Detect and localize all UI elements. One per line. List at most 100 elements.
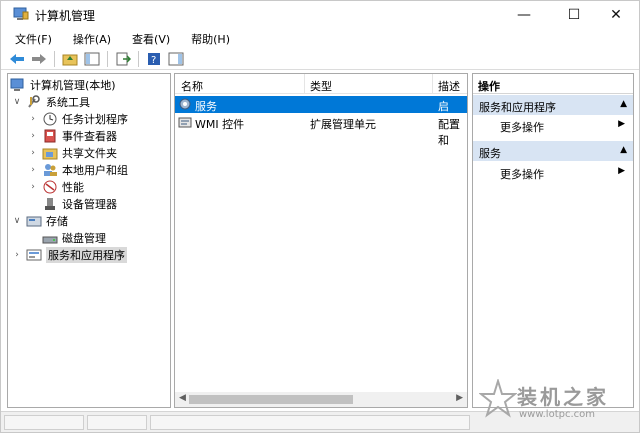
watermark-url: www.lotpc.com [519, 409, 595, 420]
tree-item-label: 计算机管理(本地) [30, 78, 116, 92]
scroll-right-arrow-icon[interactable]: ▶ [456, 393, 463, 403]
column-divider[interactable] [304, 74, 305, 94]
action-pane-icon[interactable] [166, 49, 186, 69]
device-manager-icon [42, 197, 58, 211]
services-gear-icon [178, 97, 193, 112]
toolbar-divider [107, 50, 108, 67]
tree-item-label: 事件查看器 [62, 129, 117, 143]
details-list: 名称 类型 描述 服务 启动、 WMI 控件 扩展管理单元 配置和 ◀ ▶ [174, 73, 468, 408]
chevron-right-icon[interactable]: › [12, 250, 22, 260]
tree-item-label: 性能 [62, 180, 84, 194]
tree-item-shared-folders[interactable]: › 共享文件夹 [28, 144, 117, 161]
action-label: 更多操作 [500, 168, 544, 181]
svg-text:?: ? [151, 55, 156, 66]
column-divider[interactable] [432, 74, 433, 94]
toolbar: ? [1, 48, 639, 70]
status-cell [150, 415, 470, 430]
menu-action[interactable]: 操作(A) [59, 29, 118, 47]
list-cell-description: 配置和 [438, 118, 460, 147]
tree-item-label: 任务计划程序 [62, 112, 128, 126]
tree-item-local-users-groups[interactable]: › 本地用户和组 [28, 161, 128, 178]
submenu-arrow-icon: ▶ [618, 119, 625, 129]
up-folder-icon[interactable] [60, 49, 80, 69]
tree-item-label: 磁盘管理 [62, 231, 106, 245]
back-arrow-icon[interactable] [7, 49, 27, 69]
actions-section-services-applications[interactable]: 服务和应用程序 ▲ [473, 95, 633, 115]
tree-item-task-scheduler[interactable]: › 任务计划程序 [28, 110, 128, 127]
scrollbar-thumb[interactable] [189, 395, 353, 404]
navigation-tree: 计算机管理(本地) ∨ 系统工具 › 任务计划程序 › 事件查看器 › 共享文件… [7, 73, 171, 408]
list-cell-type: 扩展管理单元 [310, 118, 376, 131]
collapse-up-icon[interactable]: ▲ [620, 145, 627, 155]
tree-item-services-applications[interactable]: › 服务和应用程序 [12, 246, 127, 263]
chevron-down-icon[interactable]: ∨ [12, 216, 22, 226]
actions-pane: 操作 服务和应用程序 ▲ 更多操作 ▶ 服务 ▲ 更多操作 ▶ [472, 73, 634, 408]
task-scheduler-icon [42, 112, 58, 126]
chevron-right-icon[interactable]: › [28, 131, 38, 141]
menu-bar: 文件(F) 操作(A) 查看(V) 帮助(H) [1, 29, 639, 47]
tree-item-performance[interactable]: › 性能 [28, 178, 84, 195]
status-cell [4, 415, 84, 430]
tree-item-disk-management[interactable]: 磁盘管理 [42, 229, 106, 246]
toolbar-divider [54, 50, 55, 67]
tree-item-label: 本地用户和组 [62, 163, 128, 177]
tree-item-system-tools[interactable]: ∨ 系统工具 [12, 93, 90, 110]
menu-help[interactable]: 帮助(H) [177, 29, 237, 47]
list-header: 名称 类型 描述 [175, 74, 467, 94]
tree-item-event-viewer[interactable]: › 事件查看器 [28, 127, 117, 144]
chevron-right-icon[interactable]: › [28, 165, 38, 175]
collapse-up-icon[interactable]: ▲ [620, 99, 627, 109]
shared-folder-icon [42, 146, 58, 160]
menu-view[interactable]: 查看(V) [118, 29, 177, 47]
tree-item-label: 系统工具 [46, 95, 90, 109]
close-button[interactable]: ✕ [593, 1, 639, 29]
list-cell-name: WMI 控件 [195, 118, 245, 131]
tree-item-label: 设备管理器 [62, 197, 117, 211]
tree-item-label: 服务和应用程序 [46, 246, 127, 263]
tree-item-label: 共享文件夹 [62, 146, 117, 160]
horizontal-scrollbar[interactable]: ◀ ▶ [175, 392, 467, 407]
tree-item-storage[interactable]: ∨ 存储 [12, 212, 68, 229]
list-row-wmi-control[interactable]: WMI 控件 扩展管理单元 配置和 [175, 114, 467, 147]
list-row-services[interactable]: 服务 启动、 [175, 96, 467, 129]
help-icon[interactable]: ? [144, 49, 164, 69]
chevron-right-icon[interactable]: › [28, 182, 38, 192]
chevron-right-icon[interactable]: › [28, 114, 38, 124]
watermark-text: 装机之家 [517, 385, 609, 409]
computer-management-icon [10, 78, 26, 92]
status-cell [87, 415, 147, 430]
action-more-actions[interactable]: 更多操作 ▶ [473, 163, 633, 181]
tree-item-device-manager[interactable]: 设备管理器 [42, 195, 117, 212]
actions-section-label: 服务和应用程序 [479, 101, 556, 114]
event-viewer-icon [42, 129, 58, 143]
column-header-description[interactable]: 描述 [438, 78, 460, 94]
scroll-left-arrow-icon[interactable]: ◀ [179, 393, 186, 403]
watermark-logo-icon [479, 379, 517, 418]
list-cell-name: 服务 [195, 100, 217, 113]
window-title: 计算机管理 [35, 9, 96, 23]
actions-title: 操作 [473, 74, 633, 94]
system-tools-icon [26, 94, 42, 109]
actions-section-services[interactable]: 服务 ▲ [473, 141, 633, 161]
minimize-button[interactable]: — [501, 1, 547, 29]
title-bar[interactable]: 计算机管理 — ☐ ✕ [1, 1, 639, 29]
disk-management-icon [42, 231, 58, 245]
toolbar-divider [138, 50, 139, 67]
chevron-down-icon[interactable]: ∨ [12, 97, 22, 107]
menu-file[interactable]: 文件(F) [1, 29, 59, 47]
computer-management-icon [13, 7, 29, 21]
wmi-control-icon [178, 115, 193, 130]
column-header-type[interactable]: 类型 [310, 78, 332, 94]
chevron-right-icon[interactable]: › [28, 148, 38, 158]
actions-section-label: 服务 [479, 147, 501, 160]
action-more-actions[interactable]: 更多操作 ▶ [473, 116, 633, 134]
tree-item-computer-management[interactable]: 计算机管理(本地) [10, 76, 116, 93]
action-label: 更多操作 [500, 121, 544, 134]
computer-management-window: 计算机管理 — ☐ ✕ 文件(F) 操作(A) 查看(V) 帮助(H) ? 计算… [0, 0, 640, 433]
show-hide-tree-icon[interactable] [82, 49, 102, 69]
maximize-button[interactable]: ☐ [551, 1, 597, 29]
column-header-name[interactable]: 名称 [181, 78, 203, 94]
forward-arrow-icon[interactable] [29, 49, 49, 69]
local-users-icon [42, 163, 58, 177]
export-list-icon[interactable] [113, 49, 133, 69]
